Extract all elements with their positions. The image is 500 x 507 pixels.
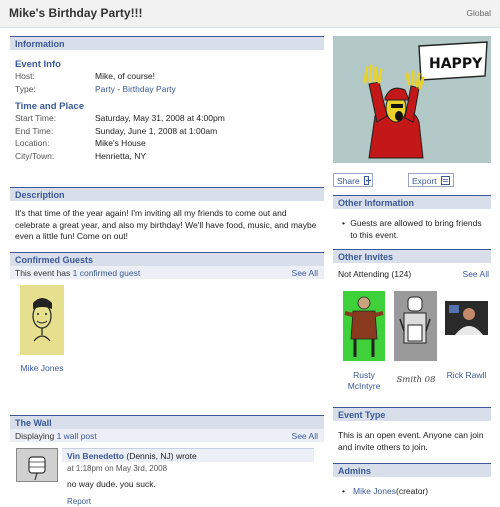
face-drawing-icon bbox=[32, 298, 52, 342]
host-label: Host: bbox=[15, 71, 35, 81]
fist-drawing-icon bbox=[28, 456, 46, 481]
location-value: Mike's House bbox=[95, 138, 146, 148]
other-invites-subheader: Not Attending (124) See All bbox=[333, 263, 491, 279]
host-value: Mike, of course! bbox=[95, 71, 155, 81]
post-report-link[interactable]: Report bbox=[62, 489, 314, 506]
banner-text: HAPPY bbox=[429, 56, 483, 72]
wall-summary-prefix: Displaying bbox=[15, 431, 57, 441]
wall-subheader: Displaying 1 wall post See All bbox=[10, 429, 324, 442]
type-party-link[interactable]: Party bbox=[95, 84, 115, 94]
post-author-link[interactable]: Vin Benedetto bbox=[67, 451, 124, 461]
other-information-header: Other Information bbox=[333, 195, 491, 209]
information-section-header: Information bbox=[10, 36, 324, 50]
bullet-icon: • bbox=[342, 218, 345, 228]
post-header: Vin Benedetto (Dennis, NJ) wrote bbox=[62, 448, 314, 462]
confirmed-guests-list: Mike Jones bbox=[10, 279, 324, 415]
admins-section: Admins • Mike Jones (creator) bbox=[333, 463, 491, 496]
event-type-text: This is an open event. Anyone can join a… bbox=[338, 430, 484, 452]
admin-item: • Mike Jones (creator) bbox=[333, 477, 491, 496]
confirmed-summary-prefix: This event has bbox=[15, 268, 73, 278]
not-attending-count: Not Attending (124) bbox=[338, 269, 412, 279]
invite-name-rick[interactable]: Rick Rawll bbox=[445, 370, 488, 381]
share-button[interactable]: Share bbox=[333, 173, 373, 187]
description-section-header: Description bbox=[10, 187, 324, 201]
post-meta: (Dennis, NJ) wrote bbox=[124, 451, 197, 461]
admin-bullet-icon: • bbox=[342, 486, 345, 496]
type-birthday-link[interactable]: Birthday Party bbox=[122, 84, 175, 94]
calendar-icon bbox=[440, 176, 450, 185]
admin-name-link[interactable]: Mike Jones bbox=[353, 486, 396, 496]
wall-see-all-link[interactable]: See All bbox=[292, 431, 318, 441]
description-text: It's that time of the year again! I'm in… bbox=[15, 208, 317, 241]
event-type-section: Event Type This is an open event. Anyone… bbox=[333, 407, 491, 453]
other-invites-see-all-link[interactable]: See All bbox=[463, 269, 489, 279]
post-content: Vin Benedetto (Dennis, NJ) wrote at 1:18… bbox=[62, 448, 314, 506]
post-time: at 1:18pm on May 3rd, 2008 bbox=[67, 464, 168, 473]
post-body: no way dude. you suck. bbox=[67, 479, 156, 489]
location-label: Location: bbox=[15, 138, 50, 148]
invite-photo-rusty[interactable] bbox=[343, 291, 385, 361]
admin-role: (creator) bbox=[396, 486, 429, 496]
other-information-text: Guests are allowed to bring friends to t… bbox=[350, 218, 482, 240]
end-value: Sunday, June 1, 2008 at 1:00am bbox=[95, 125, 218, 136]
other-invites-section: Other Invites Not Attending (124) See Al… bbox=[333, 249, 491, 391]
start-label: Start Time: bbox=[15, 113, 57, 123]
end-label: End Time: bbox=[15, 125, 54, 136]
share-label: Share bbox=[337, 175, 360, 186]
portrait-photo-icon bbox=[445, 301, 488, 335]
party-drawing-icon: HAPPY bbox=[333, 36, 491, 163]
information-body: Event Info Host: Mike, of course! Type: Pa… bbox=[10, 50, 324, 187]
wall-post: Vin Benedetto (Dennis, NJ) wrote at 1:18… bbox=[10, 448, 324, 507]
plus-icon bbox=[363, 176, 371, 185]
poster-avatar[interactable] bbox=[16, 448, 58, 482]
invite-name-rusty[interactable]: Rusty McIntyre bbox=[339, 370, 389, 392]
invite-photo-smith[interactable] bbox=[394, 291, 437, 361]
robot-drawing-icon bbox=[399, 296, 431, 344]
global-link[interactable]: Global bbox=[466, 8, 491, 18]
confirmed-guests-section-header: Confirmed Guests bbox=[10, 252, 324, 266]
page-header: Mike's Birthday Party!!! Global bbox=[0, 0, 500, 28]
wall-section-header: The Wall bbox=[10, 415, 324, 429]
confirmed-see-all-link[interactable]: See All bbox=[292, 268, 318, 278]
wall-count-link[interactable]: 1 wall post bbox=[57, 431, 97, 441]
event-type-header: Event Type bbox=[333, 407, 491, 421]
confirmed-count-link[interactable]: 1 confirmed guest bbox=[73, 268, 141, 278]
event-info-title: Event Info bbox=[15, 59, 61, 70]
invite-photo-rick[interactable] bbox=[445, 301, 488, 335]
event-photo[interactable]: HAPPY bbox=[333, 36, 491, 163]
confirmed-guests-subheader: This event has 1 confirmed guest See All bbox=[10, 266, 324, 279]
time-place-title: Time and Place bbox=[15, 101, 84, 112]
admins-header: Admins bbox=[333, 463, 491, 477]
guest-photo-mike[interactable] bbox=[20, 285, 64, 355]
invite-name-smith[interactable]: Smith 08 bbox=[391, 375, 441, 385]
city-value: Henrietta, NY bbox=[95, 150, 147, 161]
export-label: Export bbox=[412, 175, 437, 186]
guest-name-mike[interactable]: Mike Jones bbox=[16, 363, 68, 374]
person-drawing-icon bbox=[344, 296, 384, 357]
export-button[interactable]: Export bbox=[408, 173, 454, 187]
other-information-item: • Guests are allowed to bring friends to… bbox=[333, 209, 491, 241]
other-information-section: Other Information • Guests are allowed t… bbox=[333, 195, 491, 241]
other-invites-header: Other Invites bbox=[333, 249, 491, 263]
start-value: Saturday, May 31, 2008 at 4:00pm bbox=[95, 113, 225, 123]
left-column: Information Event Info Host: Mike, of cou… bbox=[10, 36, 324, 507]
type-label: Type: bbox=[15, 83, 36, 94]
page-title: Mike's Birthday Party!!! bbox=[9, 6, 143, 20]
city-label: City/Town: bbox=[15, 150, 55, 161]
